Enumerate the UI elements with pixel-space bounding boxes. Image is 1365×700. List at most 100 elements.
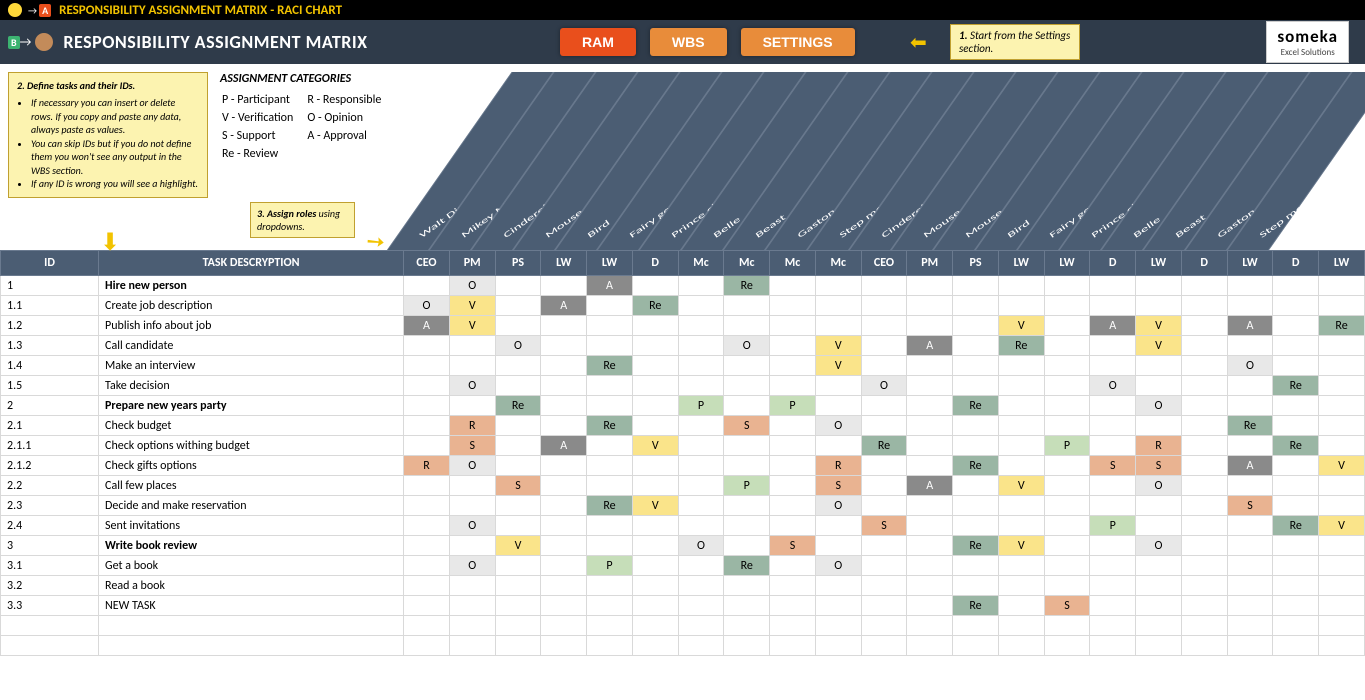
assignment-cell[interactable] bbox=[953, 356, 999, 376]
assignment-cell[interactable] bbox=[1044, 416, 1090, 436]
assignment-cell[interactable] bbox=[1181, 476, 1227, 496]
assignment-cell[interactable] bbox=[1227, 376, 1273, 396]
assignment-cell[interactable] bbox=[587, 596, 633, 616]
assignment-cell[interactable]: O bbox=[1090, 376, 1136, 396]
assignment-cell[interactable]: O bbox=[1136, 396, 1182, 416]
assignment-cell[interactable] bbox=[1319, 436, 1365, 456]
assignment-cell[interactable] bbox=[953, 576, 999, 596]
assignment-cell[interactable] bbox=[404, 556, 450, 576]
assignment-cell[interactable]: V bbox=[998, 536, 1044, 556]
assignment-cell[interactable]: V bbox=[1136, 316, 1182, 336]
assignment-cell[interactable] bbox=[1181, 516, 1227, 536]
assignment-cell[interactable] bbox=[724, 496, 770, 516]
assignment-cell[interactable]: S bbox=[861, 516, 907, 536]
assignment-cell[interactable] bbox=[1181, 296, 1227, 316]
assignment-cell[interactable] bbox=[770, 296, 816, 316]
assignment-cell[interactable] bbox=[587, 636, 633, 656]
assignment-cell[interactable] bbox=[587, 536, 633, 556]
assignment-cell[interactable] bbox=[724, 356, 770, 376]
assignment-cell[interactable] bbox=[1136, 516, 1182, 536]
assignment-cell[interactable] bbox=[587, 516, 633, 536]
assignment-cell[interactable] bbox=[953, 276, 999, 296]
assignment-cell[interactable] bbox=[1319, 576, 1365, 596]
assignment-cell[interactable] bbox=[678, 476, 724, 496]
assignment-cell[interactable] bbox=[1136, 556, 1182, 576]
assignment-cell[interactable] bbox=[678, 416, 724, 436]
assignment-cell[interactable] bbox=[953, 436, 999, 456]
assignment-cell[interactable] bbox=[1181, 336, 1227, 356]
assignment-cell[interactable] bbox=[861, 276, 907, 296]
assignment-cell[interactable] bbox=[815, 636, 861, 656]
id-cell[interactable]: 2.2 bbox=[1, 476, 99, 496]
id-cell[interactable]: 1.4 bbox=[1, 356, 99, 376]
assignment-cell[interactable]: O bbox=[1227, 356, 1273, 376]
assignment-cell[interactable] bbox=[998, 496, 1044, 516]
assignment-cell[interactable]: O bbox=[1136, 536, 1182, 556]
desc-cell[interactable]: Make an interview bbox=[99, 356, 404, 376]
assignment-cell[interactable] bbox=[953, 316, 999, 336]
assignment-cell[interactable] bbox=[1227, 296, 1273, 316]
assignment-cell[interactable]: A bbox=[907, 476, 953, 496]
assignment-cell[interactable] bbox=[1319, 556, 1365, 576]
assignment-cell[interactable] bbox=[632, 276, 678, 296]
id-cell[interactable]: 1.5 bbox=[1, 376, 99, 396]
id-cell[interactable]: 2.1.1 bbox=[1, 436, 99, 456]
assignment-cell[interactable] bbox=[861, 396, 907, 416]
assignment-cell[interactable] bbox=[724, 456, 770, 476]
assignment-cell[interactable] bbox=[587, 336, 633, 356]
assignment-cell[interactable]: Re bbox=[1319, 316, 1365, 336]
assignment-cell[interactable] bbox=[404, 536, 450, 556]
assignment-cell[interactable]: Re bbox=[998, 336, 1044, 356]
assignment-cell[interactable] bbox=[632, 556, 678, 576]
assignment-cell[interactable] bbox=[724, 616, 770, 636]
assignment-cell[interactable] bbox=[1227, 436, 1273, 456]
assignment-cell[interactable] bbox=[495, 356, 541, 376]
assignment-cell[interactable] bbox=[587, 396, 633, 416]
assignment-cell[interactable] bbox=[1319, 356, 1365, 376]
assignment-cell[interactable]: V bbox=[998, 476, 1044, 496]
assignment-cell[interactable] bbox=[907, 396, 953, 416]
assignment-cell[interactable] bbox=[678, 576, 724, 596]
desc-cell[interactable]: Read a book bbox=[99, 576, 404, 596]
assignment-cell[interactable] bbox=[1181, 536, 1227, 556]
assignment-cell[interactable]: R bbox=[404, 456, 450, 476]
assignment-cell[interactable] bbox=[495, 576, 541, 596]
assignment-cell[interactable] bbox=[998, 356, 1044, 376]
assignment-cell[interactable] bbox=[587, 476, 633, 496]
assignment-cell[interactable]: Re bbox=[587, 416, 633, 436]
assignment-cell[interactable] bbox=[1273, 636, 1319, 656]
assignment-cell[interactable]: A bbox=[541, 436, 587, 456]
assignment-cell[interactable] bbox=[1090, 416, 1136, 436]
assignment-cell[interactable] bbox=[1319, 336, 1365, 356]
assignment-cell[interactable] bbox=[724, 316, 770, 336]
assignment-cell[interactable]: A bbox=[541, 296, 587, 316]
assignment-cell[interactable]: S bbox=[1044, 596, 1090, 616]
assignment-cell[interactable] bbox=[998, 516, 1044, 536]
assignment-cell[interactable] bbox=[1090, 636, 1136, 656]
assignment-cell[interactable]: O bbox=[449, 556, 495, 576]
assignment-cell[interactable] bbox=[1227, 476, 1273, 496]
assignment-cell[interactable] bbox=[770, 516, 816, 536]
assignment-cell[interactable] bbox=[953, 496, 999, 516]
desc-cell[interactable]: Create job description bbox=[99, 296, 404, 316]
assignment-cell[interactable] bbox=[1227, 276, 1273, 296]
assignment-cell[interactable] bbox=[815, 596, 861, 616]
assignment-cell[interactable] bbox=[1090, 336, 1136, 356]
assignment-cell[interactable] bbox=[1044, 536, 1090, 556]
assignment-cell[interactable] bbox=[953, 476, 999, 496]
assignment-cell[interactable]: P bbox=[1090, 516, 1136, 536]
assignment-cell[interactable] bbox=[770, 636, 816, 656]
assignment-cell[interactable] bbox=[404, 576, 450, 596]
assignment-cell[interactable] bbox=[861, 456, 907, 476]
id-cell[interactable]: 1.3 bbox=[1, 336, 99, 356]
assignment-cell[interactable] bbox=[1273, 416, 1319, 436]
assignment-cell[interactable] bbox=[1090, 296, 1136, 316]
assignment-cell[interactable] bbox=[632, 536, 678, 556]
assignment-cell[interactable] bbox=[1136, 356, 1182, 376]
assignment-cell[interactable] bbox=[1319, 596, 1365, 616]
assignment-cell[interactable] bbox=[953, 296, 999, 316]
assignment-cell[interactable]: V bbox=[495, 536, 541, 556]
assignment-cell[interactable]: P bbox=[678, 396, 724, 416]
assignment-cell[interactable] bbox=[678, 516, 724, 536]
assignment-cell[interactable] bbox=[1044, 496, 1090, 516]
